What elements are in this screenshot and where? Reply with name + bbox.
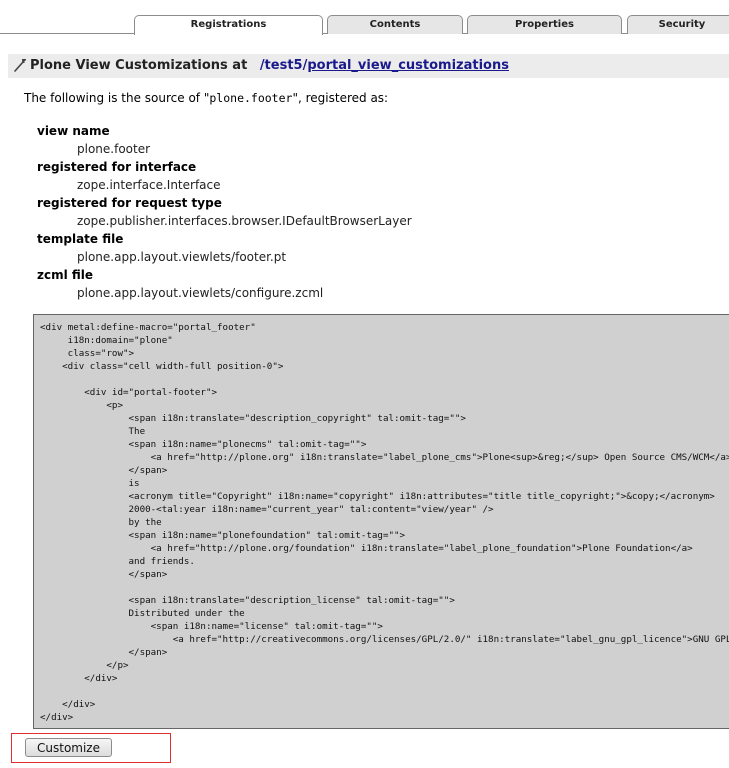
portal-view-customizations-link[interactable]: portal_view_customizations <box>307 58 509 73</box>
intro-before: The following is the source of " <box>24 91 210 105</box>
template-source-code: <div metal:define-macro="portal_footer" … <box>40 322 729 723</box>
customize-button[interactable]: Customize <box>25 738 112 757</box>
property-label: zcml file <box>37 268 94 282</box>
property-label: view name <box>37 124 110 138</box>
tab-contents[interactable]: Contents <box>327 15 463 34</box>
property-value: plone.footer <box>77 142 151 156</box>
page-title-bar: Plone View Customizations at /test5/port… <box>8 54 729 78</box>
breadcrumb-prefix: /test5/ <box>259 58 308 73</box>
intro-text: The following is the source of "plone.fo… <box>24 91 388 105</box>
property-label: registered for interface <box>37 160 197 174</box>
property-label: template file <box>37 232 124 246</box>
tab-registrations[interactable]: Registrations <box>134 15 323 35</box>
view-name-code: plone.footer <box>209 91 293 105</box>
property-value: zope.interface.Interface <box>77 178 221 192</box>
property-value: plone.app.layout.viewlets/configure.zcml <box>77 286 324 300</box>
registration-properties: view name plone.footer registered for in… <box>37 124 412 304</box>
template-source-box[interactable]: <div metal:define-macro="portal_footer" … <box>33 314 729 729</box>
tab-properties[interactable]: Properties <box>467 15 622 34</box>
property-value: zope.publisher.interfaces.browser.IDefau… <box>77 214 412 228</box>
breadcrumb: /test5/portal_view_customizations <box>260 58 509 73</box>
page-title-label: Plone View Customizations at <box>30 58 248 73</box>
intro-after: ", registered as: <box>292 91 389 105</box>
property-label: registered for request type <box>37 196 222 210</box>
property-value: plone.app.layout.viewlets/footer.pt <box>77 250 287 264</box>
page-title: Plone View Customizations at /test5/port… <box>30 58 509 73</box>
tab-security[interactable]: Security <box>627 15 729 34</box>
tab-bar: Registrations Contents Properties Securi… <box>0 0 729 35</box>
wrench-icon <box>14 59 26 72</box>
